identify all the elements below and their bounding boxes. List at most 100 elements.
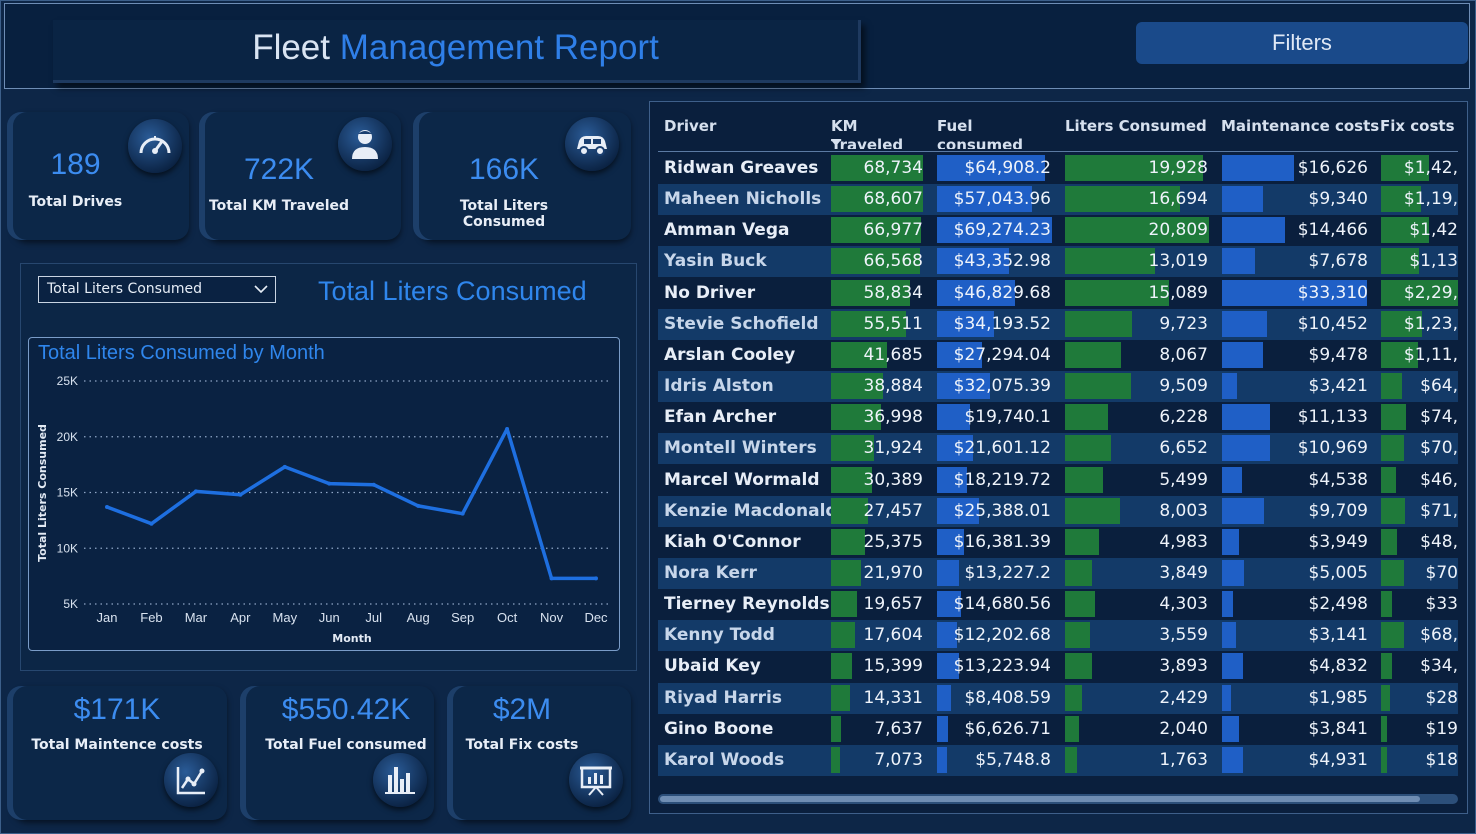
table-row[interactable]: Montell Winters 31,924 $21,601.12 6,652 $10,… [658,433,1458,465]
maint-value: $9,709 [1308,500,1368,521]
fuel-value: $16,381.39 [953,531,1051,552]
presentation-icon [569,753,623,807]
data-point[interactable] [416,503,421,508]
data-point[interactable] [549,576,554,581]
driver-name: Amman Vega [664,220,790,241]
sort-desc-icon [831,140,841,146]
table-row[interactable]: No Driver 58,834 $46,829.68 15,089 $33,310 $2… [658,278,1458,309]
x-tick-label: Apr [230,610,251,625]
col-header-fix[interactable]: Fix costs [1380,117,1455,136]
fuel-value: $34,193.52 [953,313,1051,334]
horizontal-scrollbar[interactable] [658,794,1458,804]
liters-value: 1,763 [1159,749,1208,770]
x-tick-label: Aug [407,610,430,625]
maint-value: $1,985 [1308,687,1368,708]
maint-value: $5,005 [1308,562,1368,583]
driver-name: Montell Winters [664,438,817,459]
km-value: 31,924 [863,438,923,459]
table-row[interactable]: Kenzie Macdonald 27,457 $25,388.01 8,003 $9,… [658,495,1458,527]
scrollbar-thumb[interactable] [660,796,1420,802]
driver-name: Stevie Schofield [664,313,819,334]
liters-value: 20,809 [1148,220,1208,241]
data-point[interactable] [371,482,376,487]
driver-name: Riyad Harris [664,687,782,708]
data-point[interactable] [149,521,154,526]
col-header-liters[interactable]: Liters Consumed [1065,117,1207,136]
col-header-driver[interactable]: Driver [664,117,716,136]
fuel-value: $69,274.23 [953,220,1051,241]
fuel-value: $43,352.98 [953,251,1051,272]
table-row[interactable]: Stevie Schofield 55,511 $34,193.52 9,723 $10… [658,308,1458,340]
table-row[interactable]: Tierney Reynolds 19,657 $14,680.56 4,303 $2,… [658,589,1458,620]
km-value: 68,734 [863,158,923,178]
table-row[interactable]: Maheen Nicholls 68,607 $57,043.96 16,694 $9,… [658,184,1458,216]
kpi-value: $550.42K [281,693,411,726]
table-row[interactable]: Marcel Wormald 30,389 $18,219.72 5,499 $4,53… [658,465,1458,496]
fix-value: $70 [1425,562,1458,583]
fix-value: $1,19, [1403,189,1458,210]
liters-value: 3,559 [1159,625,1208,646]
data-point[interactable] [238,492,243,497]
fix-value: $74, [1420,407,1458,428]
table-row[interactable]: Kenny Todd 17,604 $12,202.68 3,559 $3,141 $68… [658,620,1458,652]
data-point[interactable] [105,504,109,509]
title-part-fleet: Fleet [252,28,330,67]
data-point[interactable] [505,426,510,431]
x-tick-label: Feb [140,610,162,625]
km-value: 15,399 [863,656,923,677]
fix-value: $28 [1425,687,1458,708]
col-header-km[interactable]: KM Traveled [831,117,926,149]
table-row[interactable]: Kiah O'Connor 25,375 $16,381.39 4,983 $3,949… [658,527,1458,558]
kpi-value: $171K [73,693,161,726]
measure-dropdown[interactable]: Total Liters Consumed [38,276,276,303]
fuel-value: $13,227.2 [964,562,1051,583]
maint-value: $3,141 [1308,625,1368,646]
table-row[interactable]: Amman Vega 66,977 $69,274.23 20,809 $14,466 $… [658,215,1458,246]
maint-value: $16,626 [1297,158,1368,178]
table-row[interactable]: Nora Kerr 21,970 $13,227.2 3,849 $5,005 $70 [658,557,1458,589]
km-value: 66,977 [863,220,923,241]
table-row[interactable]: Efan Archer 36,998 $19,740.1 6,228 $11,133 $7… [658,402,1458,433]
driver-name: Arslan Cooley [664,344,796,365]
fix-value: $1,23, [1403,313,1458,334]
table-row[interactable]: Ubaid Key 15,399 $13,223.94 3,893 $4,832 $34, [658,651,1458,682]
table-row[interactable]: Riyad Harris 14,331 $8,408.59 2,429 $1,985 $2… [658,682,1458,714]
maint-value: $4,538 [1308,469,1368,490]
liters-value: 9,723 [1159,313,1208,334]
col-header-maintenance[interactable]: Maintenance costs [1221,117,1379,136]
fuel-value: $57,043.96 [953,189,1051,210]
data-point[interactable] [193,489,198,494]
kpi-value: 166K [468,153,540,186]
liters-value: 13,019 [1148,251,1208,272]
data-point[interactable] [282,464,287,469]
x-tick-label: Nov [540,610,564,625]
fuel-value: $18,219.72 [953,469,1051,490]
car-icon [565,117,619,171]
panel-title: Total Liters Consumed [318,276,587,306]
table-row[interactable]: Yasin Buck 66,568 $43,352.98 13,019 $7,678 $1… [658,246,1458,278]
y-tick-label: 5K [63,597,78,611]
x-axis-title: Month [332,632,371,645]
driver-name: Ubaid Key [664,656,761,677]
data-point[interactable] [460,511,465,516]
table-row[interactable]: Karol Woods 7,073 $5,748.8 1,763 $4,931 $18 [658,744,1458,776]
km-value: 55,511 [863,313,923,334]
data-point[interactable] [327,481,332,486]
table-row[interactable]: Ridwan Greaves 68,734 $64,908.2 19,928 $16,6… [658,153,1458,184]
kpi-label: Total Liters Consumed [459,198,549,230]
col-header-fuel[interactable]: Fuel consumed [937,117,1057,149]
km-value: 58,834 [863,282,923,303]
table-row[interactable]: Gino Boone 7,637 $6,626.71 2,040 $3,841 $19 [658,714,1458,745]
driver-name: Kiah O'Connor [664,531,801,552]
liters-value: 16,694 [1148,189,1208,210]
table-row[interactable]: Idris Alston 38,884 $32,075.39 9,509 $3,421 $… [658,371,1458,403]
liters-value: 2,429 [1159,687,1208,708]
maint-value: $11,133 [1297,407,1368,428]
y-tick-label: 10K [57,541,78,555]
data-point[interactable] [594,576,598,581]
fix-value: $1,13 [1409,251,1458,272]
table-row[interactable]: Arslan Cooley 41,685 $27,294.04 8,067 $9,478… [658,340,1458,371]
filters-button[interactable]: Filters [1136,22,1468,64]
km-value: 36,998 [863,407,923,428]
title-box: Fleet Management Report [53,20,861,83]
